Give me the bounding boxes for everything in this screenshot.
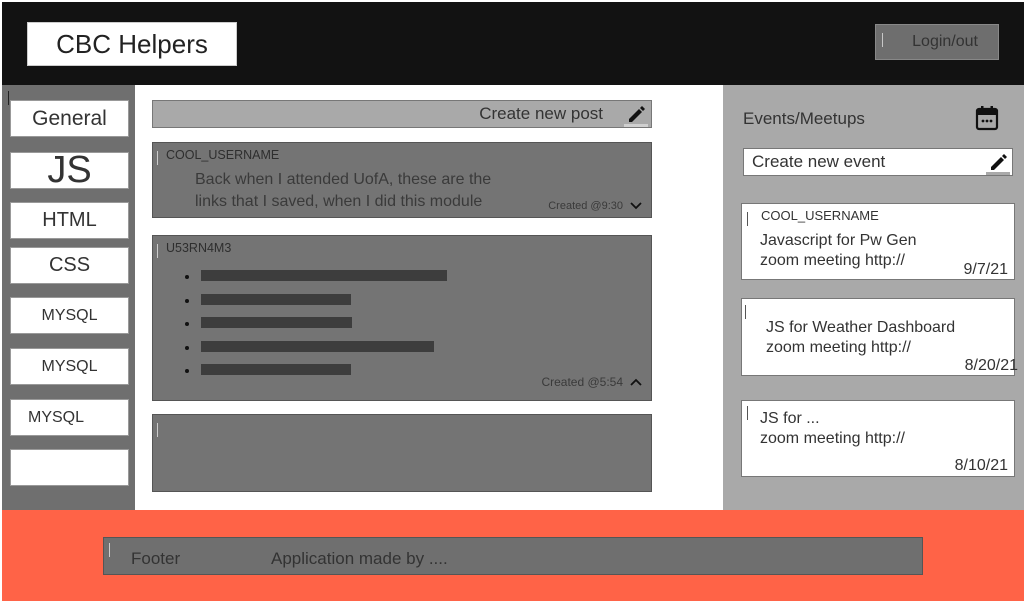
post-card[interactable]: COOL_USERNAME Back when I attended UofA,… [152, 142, 652, 218]
event-link[interactable]: zoom meeting http:// [766, 338, 955, 358]
create-new-post-button[interactable]: Create new post [152, 100, 652, 128]
event-title: Javascript for Pw Gen [760, 232, 917, 249]
text-cursor [747, 406, 748, 420]
post-created-time: Created @5:54 [541, 375, 623, 389]
text-cursor [745, 305, 746, 319]
calendar-icon[interactable] [975, 105, 999, 131]
text-cursor [157, 244, 158, 258]
event-link[interactable]: zoom meeting http:// [760, 251, 917, 271]
text-cursor [109, 543, 110, 557]
event-title: JS for ... [760, 410, 820, 427]
bullet-dot [185, 322, 189, 326]
sidebar-item-general[interactable]: General [10, 100, 129, 137]
events-title: Events/Meetups [743, 109, 865, 128]
header: CBC Helpers Login/out [2, 2, 1024, 85]
event-card[interactable]: JS for ... zoom meeting http:// 8/10/21 [741, 400, 1015, 477]
sidebar-item-mysql[interactable]: MYSQL [10, 297, 129, 334]
event-description: Javascript for Pw Gen zoom meeting http:… [760, 231, 917, 271]
post-body-line: links that I saved, when I did this modu… [195, 193, 483, 210]
sidebar-item-empty[interactable] [10, 449, 129, 486]
events-panel: Events/Meetups Create new event COOL_USE… [723, 85, 1024, 510]
post-body: Back when I attended UofA, these are the… [195, 169, 491, 213]
redacted-link [201, 270, 447, 281]
event-username: COOL_USERNAME [761, 208, 879, 223]
chevron-down-icon[interactable] [629, 201, 643, 211]
brand-logo[interactable]: CBC Helpers [27, 22, 237, 66]
event-description: JS for Weather Dashboard zoom meeting ht… [766, 318, 955, 358]
footer: Footer Application made by .... [2, 510, 1024, 601]
post-created-time: Created @9:30 [548, 200, 623, 212]
post-username: COOL_USERNAME [166, 148, 280, 162]
pencil-icon [986, 154, 1010, 175]
event-card[interactable]: COOL_USERNAME Javascript for Pw Gen zoom… [741, 203, 1015, 280]
footer-label: Footer [131, 549, 181, 568]
redacted-link [201, 317, 352, 328]
post-card[interactable] [152, 414, 652, 492]
redacted-link [201, 340, 434, 352]
text-cursor [157, 423, 158, 437]
sidebar-item-mysql[interactable]: MYSQL [10, 399, 129, 436]
event-date: 8/20/21 [964, 357, 1018, 374]
bullet-dot [185, 369, 189, 373]
create-new-event-button[interactable]: Create new event [743, 148, 1013, 176]
sidebar-item-css[interactable]: CSS [10, 247, 129, 284]
pencil-icon [624, 106, 648, 127]
footer-credit: Application made by .... [271, 549, 448, 568]
post-username: U53RN4M3 [166, 241, 232, 255]
chevron-up-icon[interactable] [629, 377, 643, 387]
bullet-dot [185, 298, 189, 303]
event-date: 9/7/21 [963, 261, 1008, 278]
event-title: JS for Weather Dashboard [766, 319, 956, 336]
sidebar-item-mysql[interactable]: MYSQL [10, 348, 129, 385]
bullet-dot [185, 275, 189, 279]
post-body-line: Back when I attended UofA, these are the [195, 171, 492, 188]
event-date: 8/10/21 [954, 457, 1008, 474]
sidebar-item-js[interactable]: JS [10, 149, 129, 191]
footer-bar: Footer Application made by .... [103, 537, 923, 575]
login-out-label: Login/out [912, 33, 978, 50]
post-meta: Created @5:54 [541, 375, 643, 389]
text-cursor [8, 91, 9, 105]
create-new-post-label: Create new post [479, 104, 603, 123]
bullet-dot [185, 345, 189, 350]
text-cursor [747, 212, 748, 226]
post-meta: Created @9:30 [548, 200, 643, 212]
event-card[interactable]: JS for Weather Dashboard zoom meeting ht… [741, 298, 1018, 376]
sidebar: General JS HTML CSS MYSQL MYSQL MYSQL [2, 85, 135, 510]
event-description: JS for ... zoom meeting http:// [760, 409, 905, 449]
create-new-event-label: Create new event [752, 152, 886, 171]
redacted-link [201, 364, 351, 375]
event-link[interactable]: zoom meeting http:// [760, 429, 905, 449]
text-cursor [882, 33, 883, 47]
login-out-button[interactable]: Login/out [875, 24, 999, 60]
post-card[interactable]: U53RN4M3 Created @5:54 [152, 235, 652, 401]
text-cursor [157, 151, 158, 165]
sidebar-item-html[interactable]: HTML [10, 202, 129, 239]
redacted-link [201, 293, 351, 305]
main-feed: Create new post COOL_USERNAME Back when … [135, 85, 723, 510]
